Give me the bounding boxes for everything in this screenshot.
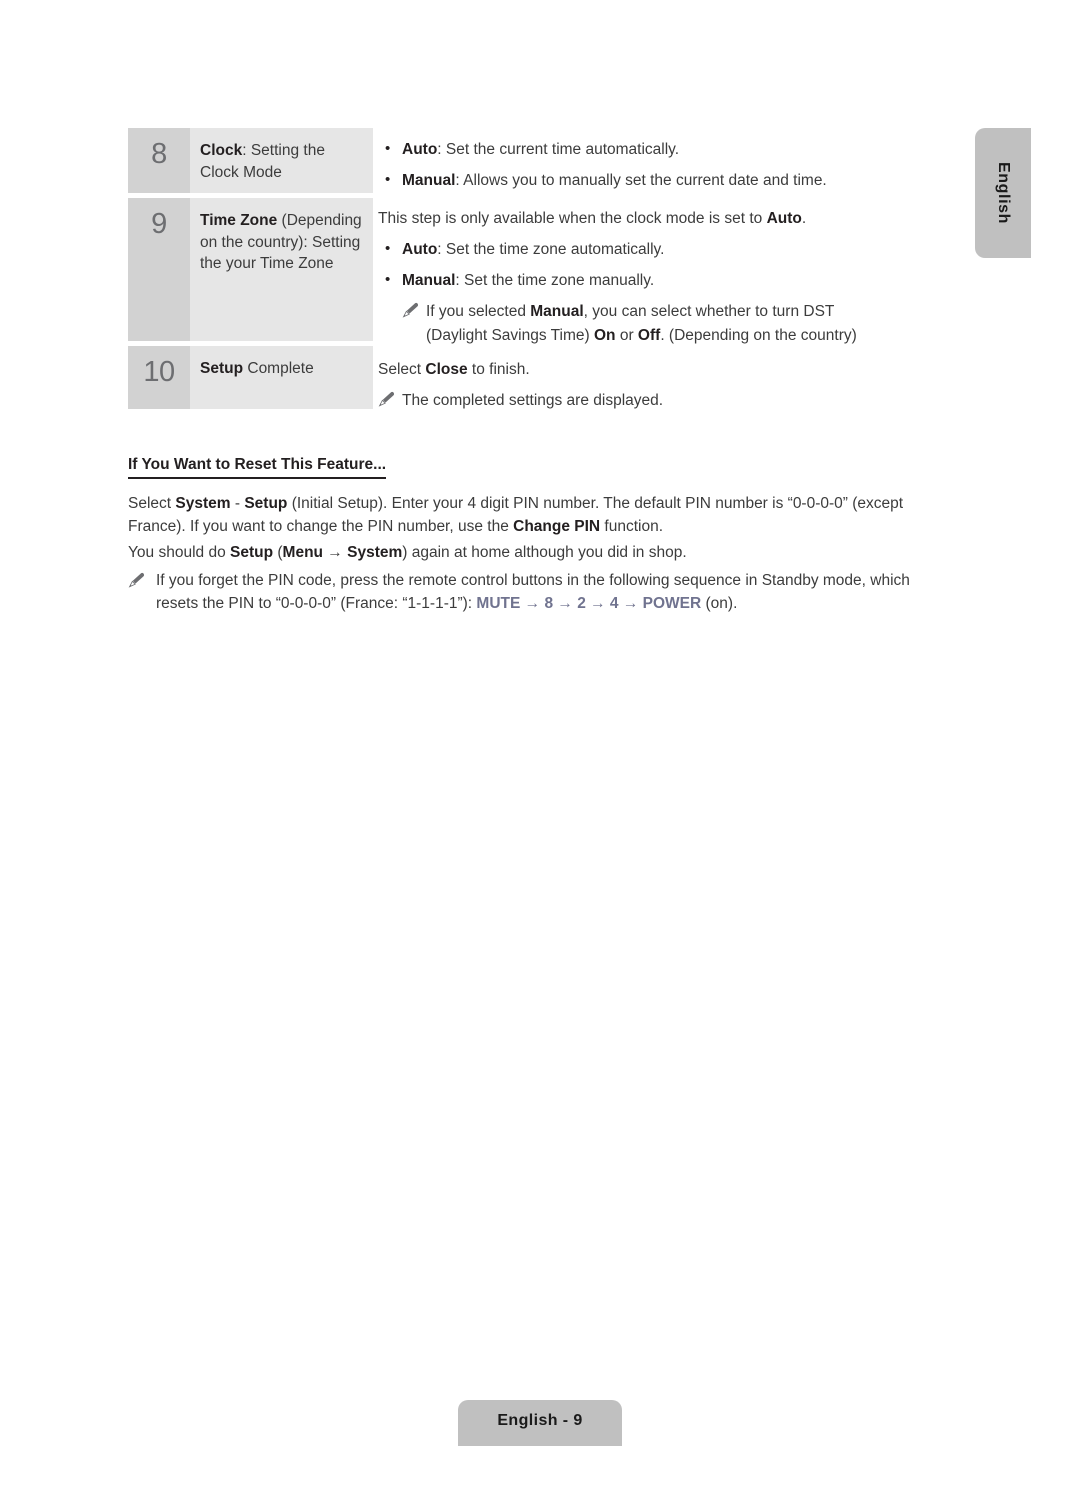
bullet-term: Auto xyxy=(402,241,438,258)
bullet-term: Manual xyxy=(402,272,456,289)
step-label-rest: Complete xyxy=(243,360,314,377)
note-text-bold: Manual xyxy=(530,303,584,320)
remote-key-sequence: → 8 → 2 → 4 → xyxy=(520,595,643,612)
para-arrow: → xyxy=(323,544,348,561)
step-9-description: This step is only available when the clo… xyxy=(378,207,938,347)
note-text: The completed settings are displayed. xyxy=(402,392,664,409)
para-text: Select xyxy=(128,495,176,512)
note-item-continuation: (Daylight Savings Time) On or Off. (Depe… xyxy=(378,324,938,347)
pencil-icon xyxy=(402,302,420,318)
para-bold-change-pin: Change PIN xyxy=(513,518,601,535)
bullet-term: Auto xyxy=(402,141,438,158)
step-label-bold: Setup xyxy=(200,360,244,377)
step-8-description: Auto: Set the current time automatically… xyxy=(378,137,938,200)
table-row: 9 Time Zone (Depending on the country): … xyxy=(128,198,373,341)
bullet-item: Manual: Set the time zone manually. xyxy=(378,268,938,292)
bullet-item: Auto: Set the time zone automatically. xyxy=(378,237,938,261)
text-before: Select xyxy=(378,361,426,378)
description-line: This step is only available when the clo… xyxy=(378,207,938,230)
text-after: . xyxy=(801,210,807,227)
bullet-item: Manual: Allows you to manually set the c… xyxy=(378,168,938,192)
para-bold-system: System xyxy=(347,544,403,561)
step-number: 8 xyxy=(128,128,190,193)
note-item: The completed settings are displayed. xyxy=(378,389,938,412)
step-label: Clock: Setting the Clock Mode xyxy=(190,128,373,193)
para-text: function. xyxy=(600,518,664,535)
step-number: 9 xyxy=(128,198,190,341)
bullet-text: : Set the time zone manually. xyxy=(455,272,655,289)
bullet-item: Auto: Set the current time automatically… xyxy=(378,137,938,161)
note-text-c: , you can select whether to turn DST xyxy=(583,303,835,320)
remote-key-mute: MUTE xyxy=(476,595,521,612)
note-text-bold-off: Off xyxy=(637,327,661,344)
para-bold-menu: Menu xyxy=(282,544,323,561)
note-text-a: If you selected xyxy=(426,303,531,320)
table-row: 10 Setup Complete xyxy=(128,346,373,409)
pencil-icon xyxy=(378,391,396,407)
note-text-bold-on: On xyxy=(593,327,616,344)
step-label-bold: Time Zone xyxy=(200,212,278,229)
step-label: Setup Complete xyxy=(190,346,373,409)
text-after: to finish. xyxy=(467,361,530,378)
step-label-bold: Clock xyxy=(200,142,243,159)
step-label: Time Zone (Depending on the country): Se… xyxy=(190,198,373,341)
setup-steps-table: 8 Clock: Setting the Clock Mode 9 Time Z… xyxy=(128,128,373,414)
step-10-description: Select Close to finish. The completed se… xyxy=(378,358,938,413)
para-bold-system: System xyxy=(175,495,231,512)
bullet-text: : Allows you to manually set the current… xyxy=(455,172,827,189)
para-text: ( xyxy=(273,544,283,561)
language-side-tab: English xyxy=(975,128,1031,258)
pencil-icon xyxy=(128,572,146,588)
para-text: ) again at home although you did in shop… xyxy=(402,544,687,561)
bullet-text: : Set the current time automatically. xyxy=(437,141,680,158)
para-text: You should do xyxy=(128,544,230,561)
note-text-a: (Daylight Savings Time) xyxy=(426,327,594,344)
note-item: If you selected Manual, you can select w… xyxy=(378,300,938,323)
section-heading: If You Want to Reset This Feature... xyxy=(128,456,387,479)
pin-reset-note: If you forget the PIN code, press the re… xyxy=(128,569,940,615)
note-text-c: or xyxy=(615,327,638,344)
remote-key-power: POWER xyxy=(642,595,702,612)
text-bold: Close xyxy=(425,361,468,378)
para-bold-setup: Setup xyxy=(244,495,288,512)
table-row: 8 Clock: Setting the Clock Mode xyxy=(128,128,373,193)
para-bold-setup: Setup xyxy=(230,544,274,561)
home-setup-paragraph: You should do Setup (Menu → System) agai… xyxy=(128,541,940,564)
note-text: (on). xyxy=(701,595,738,612)
page-footer-tab: English - 9 xyxy=(458,1400,622,1446)
reset-instructions-paragraph: Select System - Setup (Initial Setup). E… xyxy=(128,492,940,538)
para-text: - xyxy=(230,495,245,512)
step-number: 10 xyxy=(128,346,190,409)
language-side-tab-label: English xyxy=(995,162,1012,224)
text-before: This step is only available when the clo… xyxy=(378,210,767,227)
note-text-e: . (Depending on the country) xyxy=(660,327,857,344)
bullet-term: Manual xyxy=(402,172,456,189)
description-line: Select Close to finish. xyxy=(378,358,938,381)
text-bold: Auto xyxy=(766,210,802,227)
bullet-text: : Set the time zone automatically. xyxy=(437,241,665,258)
